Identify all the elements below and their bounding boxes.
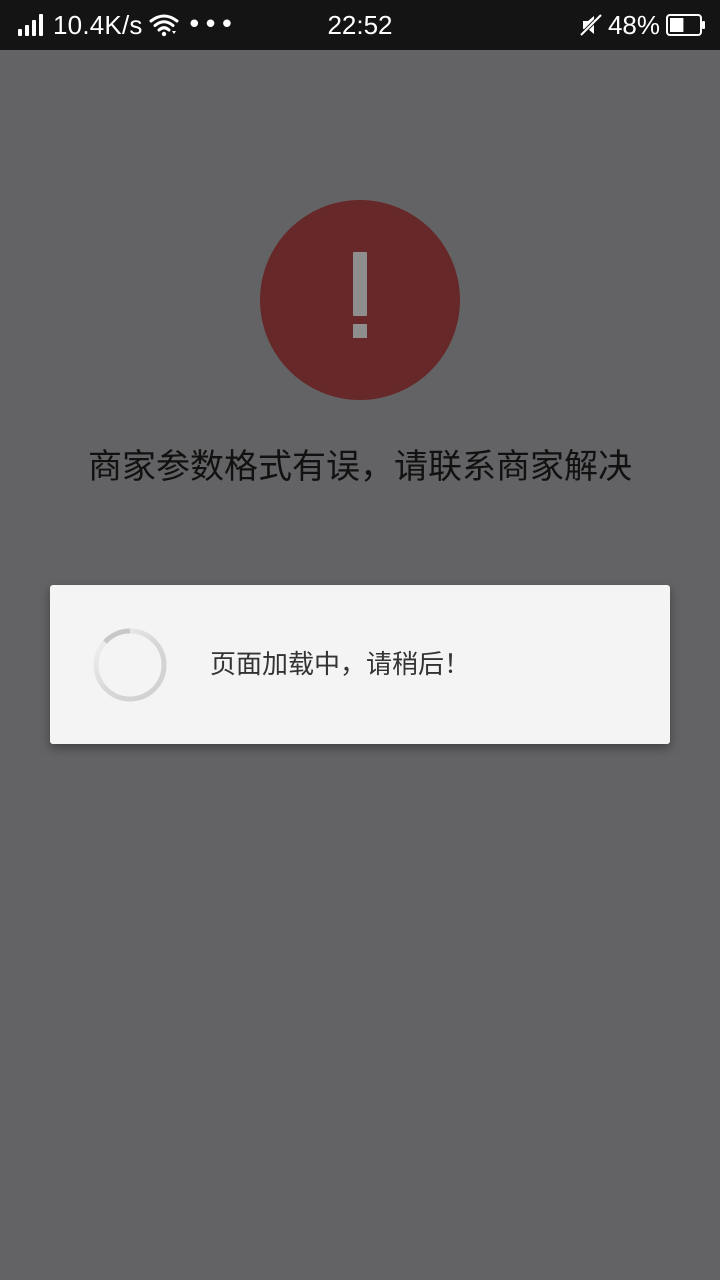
error-message: 商家参数格式有误，请联系商家解决 xyxy=(88,447,632,487)
battery-icon xyxy=(666,14,705,36)
error-exclamation-icon xyxy=(260,200,460,400)
battery-percent: 48% xyxy=(607,9,660,40)
status-bar-right: 48% xyxy=(578,0,706,50)
battery-fill xyxy=(670,18,684,32)
mute-icon xyxy=(579,13,603,37)
loading-message: 页面加载中，请稍后！ xyxy=(210,650,471,680)
status-bar: 10.4K/s ••• 22:52 48% xyxy=(0,0,720,50)
exclamation-dot xyxy=(353,324,367,338)
loading-spinner-icon xyxy=(93,628,167,702)
exclamation-bar xyxy=(353,252,367,316)
loading-dialog: 页面加载中，请稍后！ xyxy=(50,585,670,744)
